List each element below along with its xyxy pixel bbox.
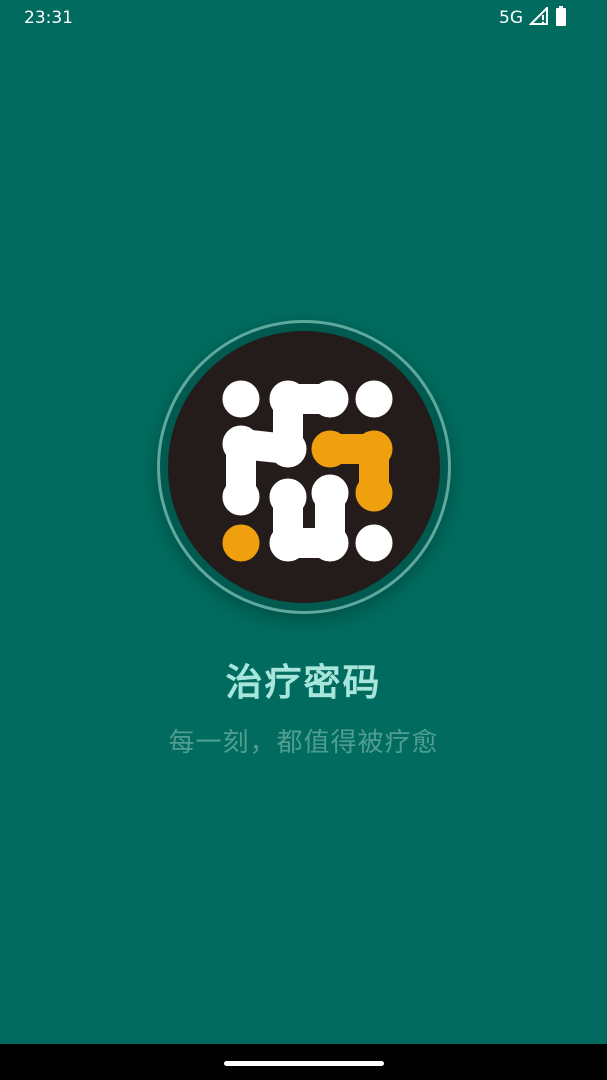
battery-icon xyxy=(555,5,567,31)
app-title: 治疗密码 xyxy=(225,661,382,704)
app-logo-icon xyxy=(222,380,393,562)
status-icons: 5G xyxy=(499,5,567,31)
status-bar: 23:31 5G xyxy=(0,0,607,36)
logo-badge xyxy=(168,331,440,603)
splash-screen: 23:31 5G 治疗密码 每一刻，都值得被疗愈 xyxy=(0,0,607,1080)
navigation-bar xyxy=(0,1044,607,1080)
status-time: 23:31 xyxy=(24,8,73,28)
network-type: 5G xyxy=(499,8,523,28)
app-logo xyxy=(157,320,451,614)
signal-icon xyxy=(528,5,549,30)
app-slogan: 每一刻，都值得被疗愈 xyxy=(168,728,439,758)
home-indicator[interactable] xyxy=(224,1061,384,1066)
